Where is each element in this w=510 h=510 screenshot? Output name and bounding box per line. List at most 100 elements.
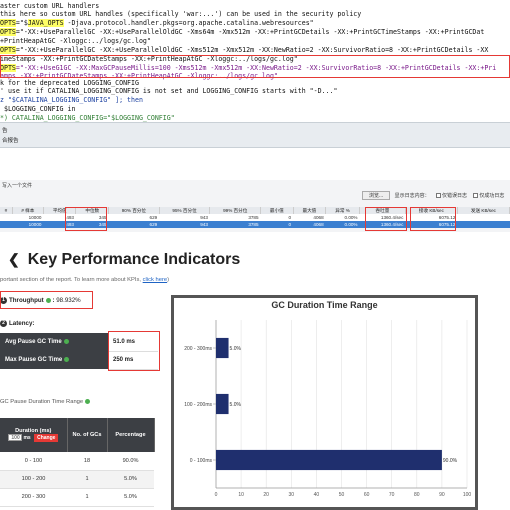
highlight-box-throughput	[410, 207, 456, 231]
success-only-label: 仅成功日志	[479, 193, 505, 199]
interval-unit: ms	[23, 435, 31, 441]
x-tick-label: 100	[463, 492, 472, 498]
y-tick-label: 0 - 100ms	[190, 458, 213, 464]
success-only-checkbox[interactable]	[473, 193, 479, 199]
table-cell: 10000	[12, 221, 44, 228]
table-cell	[457, 221, 510, 228]
errors-only-checkbox[interactable]	[435, 193, 441, 199]
table-row: 200 - 300 1 5.0%	[0, 488, 154, 507]
change-button[interactable]: Change	[34, 434, 59, 442]
code-token: $LOGGING_CONFIG in	[0, 105, 76, 113]
code-token: OPTS	[0, 46, 16, 54]
interval-control: 100 ms Change	[8, 434, 59, 442]
duration-cell: 90.0%	[107, 452, 154, 471]
table-cell: 3785	[209, 221, 261, 228]
help-icon[interactable]	[63, 338, 69, 344]
table-cell	[457, 214, 510, 221]
code-token: *) CATALINA_LOGGING_CONFIG="$LOGGING_CON…	[0, 114, 175, 122]
table-row: 100 - 200 1 5.0%	[0, 470, 154, 489]
duration-cell: 1	[67, 488, 107, 507]
agg-header-cell[interactable]: 99% 百分位	[209, 207, 262, 214]
code-token: ="-XX:+UseParallelGC -XX:+UseParallelOld…	[15, 46, 489, 54]
x-tick-label: 60	[364, 492, 370, 498]
code-token: ' use it if CATALINA_LOGGING_CONFIG is n…	[0, 87, 338, 95]
duration-header: Duration (ms) 100 ms Change	[0, 418, 68, 452]
code-token: OPTS	[0, 19, 16, 27]
duration-cell: 5.0%	[107, 488, 154, 507]
code-token: +PrintHeapAtGC -Xloggc:../logs/gc.log"	[0, 37, 151, 45]
latency-label: Latency:	[9, 320, 35, 328]
highlight-box-avg	[65, 207, 107, 231]
data-label: 5.0%	[230, 346, 242, 352]
max-pause-label: Max Pause GC Time	[0, 351, 108, 369]
code-line: $LOGGING_CONFIG in	[0, 105, 75, 113]
code-line: k for the deprecated LOGGING_CONFIG	[0, 79, 139, 87]
code-line: ' use it if CATALINA_LOGGING_CONFIG is n…	[0, 87, 337, 95]
agg-header-cell[interactable]: 最大值	[293, 207, 327, 214]
x-tick-label: 70	[389, 492, 395, 498]
duration-cell: 200 - 300	[0, 488, 67, 507]
table-cell: 943	[159, 214, 210, 221]
code-token: OPTS	[0, 28, 16, 36]
agg-header-cell[interactable]: 发送 KB/sec	[457, 207, 510, 214]
code-token: ="$	[15, 19, 28, 27]
kpi-subtitle-suffix: )	[167, 277, 170, 283]
table-cell: 0	[260, 221, 294, 228]
highlight-box-error	[365, 207, 407, 231]
x-tick-label: 50	[339, 492, 345, 498]
latency-number-icon: 2	[0, 320, 7, 327]
data-label: 90.0%	[443, 458, 458, 464]
table-cell: 10000	[12, 214, 44, 221]
agg-header-cell[interactable]: 90% 百分位	[108, 207, 160, 214]
code-token: JAVA_OPTS	[27, 19, 64, 27]
gc-range-label: GC Pause Duration Time Range	[0, 399, 91, 405]
interval-input[interactable]: 100	[8, 434, 23, 441]
code-token: aster custom URL handlers	[0, 2, 100, 10]
help-icon[interactable]	[85, 399, 91, 404]
x-tick-label: 0	[215, 492, 218, 498]
agg-header-cell[interactable]: 最小值	[260, 207, 294, 214]
code-line: this here so custom URL handles (specifi…	[0, 10, 361, 18]
highlight-box-g1gc	[0, 55, 510, 78]
table-cell: 943	[159, 221, 210, 228]
code-line: z "$CATALINA_LOGGING_CONFIG" ]; then	[0, 96, 143, 104]
table-cell: 0.00%	[325, 214, 360, 221]
latency-row: 2 Latency:	[0, 320, 34, 327]
gcs-header: No. of GCs	[67, 418, 108, 452]
table-cell: 0	[260, 214, 294, 221]
band-line-1: 告	[2, 128, 8, 134]
agg-header-cell[interactable]: 95% 百分位	[159, 207, 211, 214]
code-line: aster custom URL handlers	[0, 2, 99, 10]
agg-header-cell[interactable]: 异常 %	[325, 207, 361, 214]
table-cell	[0, 214, 13, 221]
kpi-subtitle: portant section of the report. To learn …	[0, 277, 169, 283]
table-cell: 3785	[209, 214, 261, 221]
table-cell: 0.00%	[325, 221, 360, 228]
code-line: OPTS="$JAVA_OPTS -Djava.protocol.handler…	[0, 19, 314, 27]
percentage-header: Percentage	[107, 418, 155, 452]
highlight-box-pause	[108, 331, 160, 371]
click-here-link[interactable]: click here	[143, 277, 167, 283]
y-tick-label: 200 - 300ms	[184, 346, 212, 352]
agg-header-cell[interactable]: #	[0, 207, 13, 214]
kpi-subtitle-text: portant section of the report. To learn …	[0, 277, 143, 283]
avg-pause-label: Avg Pause GC Time	[0, 333, 108, 351]
bar	[216, 393, 229, 415]
kpi-title-text: Key Performance Indicators	[27, 251, 241, 268]
chevron-left-icon[interactable]: ❮	[8, 251, 20, 268]
x-tick-label: 90	[439, 492, 445, 498]
kpi-report: ❮ Key Performance Indicators portant sect…	[0, 240, 510, 510]
agg-header-cell[interactable]: # 样本	[12, 207, 44, 214]
browse-button[interactable]: 浏览...	[362, 191, 391, 200]
bar	[216, 449, 442, 471]
show-log-label: 显示日志内容：	[394, 193, 430, 199]
data-label: 5.0%	[230, 402, 242, 408]
log-options: 浏览... 显示日志内容： 仅错误日志 仅成功日志	[362, 191, 504, 200]
code-token: -Djava.protocol.handler.pkgs=org.apache.…	[63, 19, 314, 27]
duration-cell: 5.0%	[107, 470, 154, 489]
section-band: 告 合报告	[0, 122, 510, 148]
table-row: 0 - 100 18 90.0%	[0, 452, 154, 471]
help-icon[interactable]	[64, 356, 70, 362]
table-cell: 629	[108, 221, 160, 228]
table-cell	[0, 221, 13, 228]
